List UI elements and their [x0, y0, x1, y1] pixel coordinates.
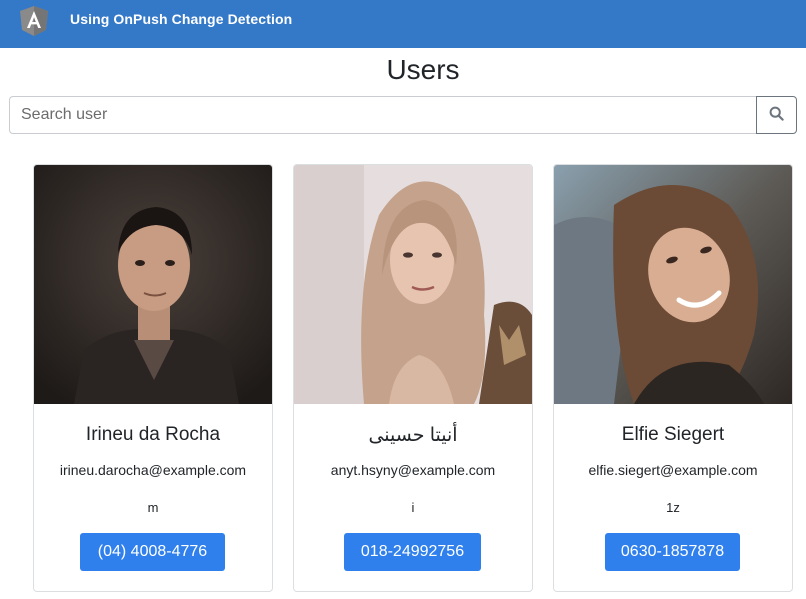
user-name: Elfie Siegert [621, 424, 725, 445]
user-name: Irineu da Rocha [85, 424, 221, 445]
search-button[interactable] [756, 96, 797, 134]
phone-button[interactable]: 018-24992756 [344, 533, 481, 571]
user-tag: 1z [666, 500, 680, 515]
app-title: Using OnPush Change Detection [70, 11, 293, 27]
user-card: Irineu da Rocha irineu.darocha@example.c… [33, 164, 273, 592]
user-photo [554, 165, 792, 404]
user-email: irineu.darocha@example.com [59, 462, 247, 478]
angular-logo-icon[interactable] [20, 6, 48, 36]
user-card: Elfie Siegert elfie.siegert@example.com … [553, 164, 793, 592]
user-tag: i [411, 500, 415, 515]
user-photo [34, 165, 272, 404]
phone-button[interactable]: (04) 4008-4776 [80, 533, 225, 571]
user-tag: m [147, 500, 159, 515]
search-input[interactable] [9, 96, 757, 134]
user-name: أنيتا حسینی [368, 425, 458, 446]
top-navbar: Using OnPush Change Detection [0, 0, 806, 48]
user-email: elfie.siegert@example.com [588, 462, 758, 478]
phone-button[interactable]: 0630-1857878 [605, 533, 740, 571]
search-icon [769, 106, 784, 124]
user-email: anyt.hsyny@example.com [330, 462, 496, 478]
user-photo [294, 165, 532, 404]
user-card: أنيتا حسینی anyt.hsyny@example.com i 018… [293, 164, 533, 592]
page-title: Users [386, 54, 460, 85]
